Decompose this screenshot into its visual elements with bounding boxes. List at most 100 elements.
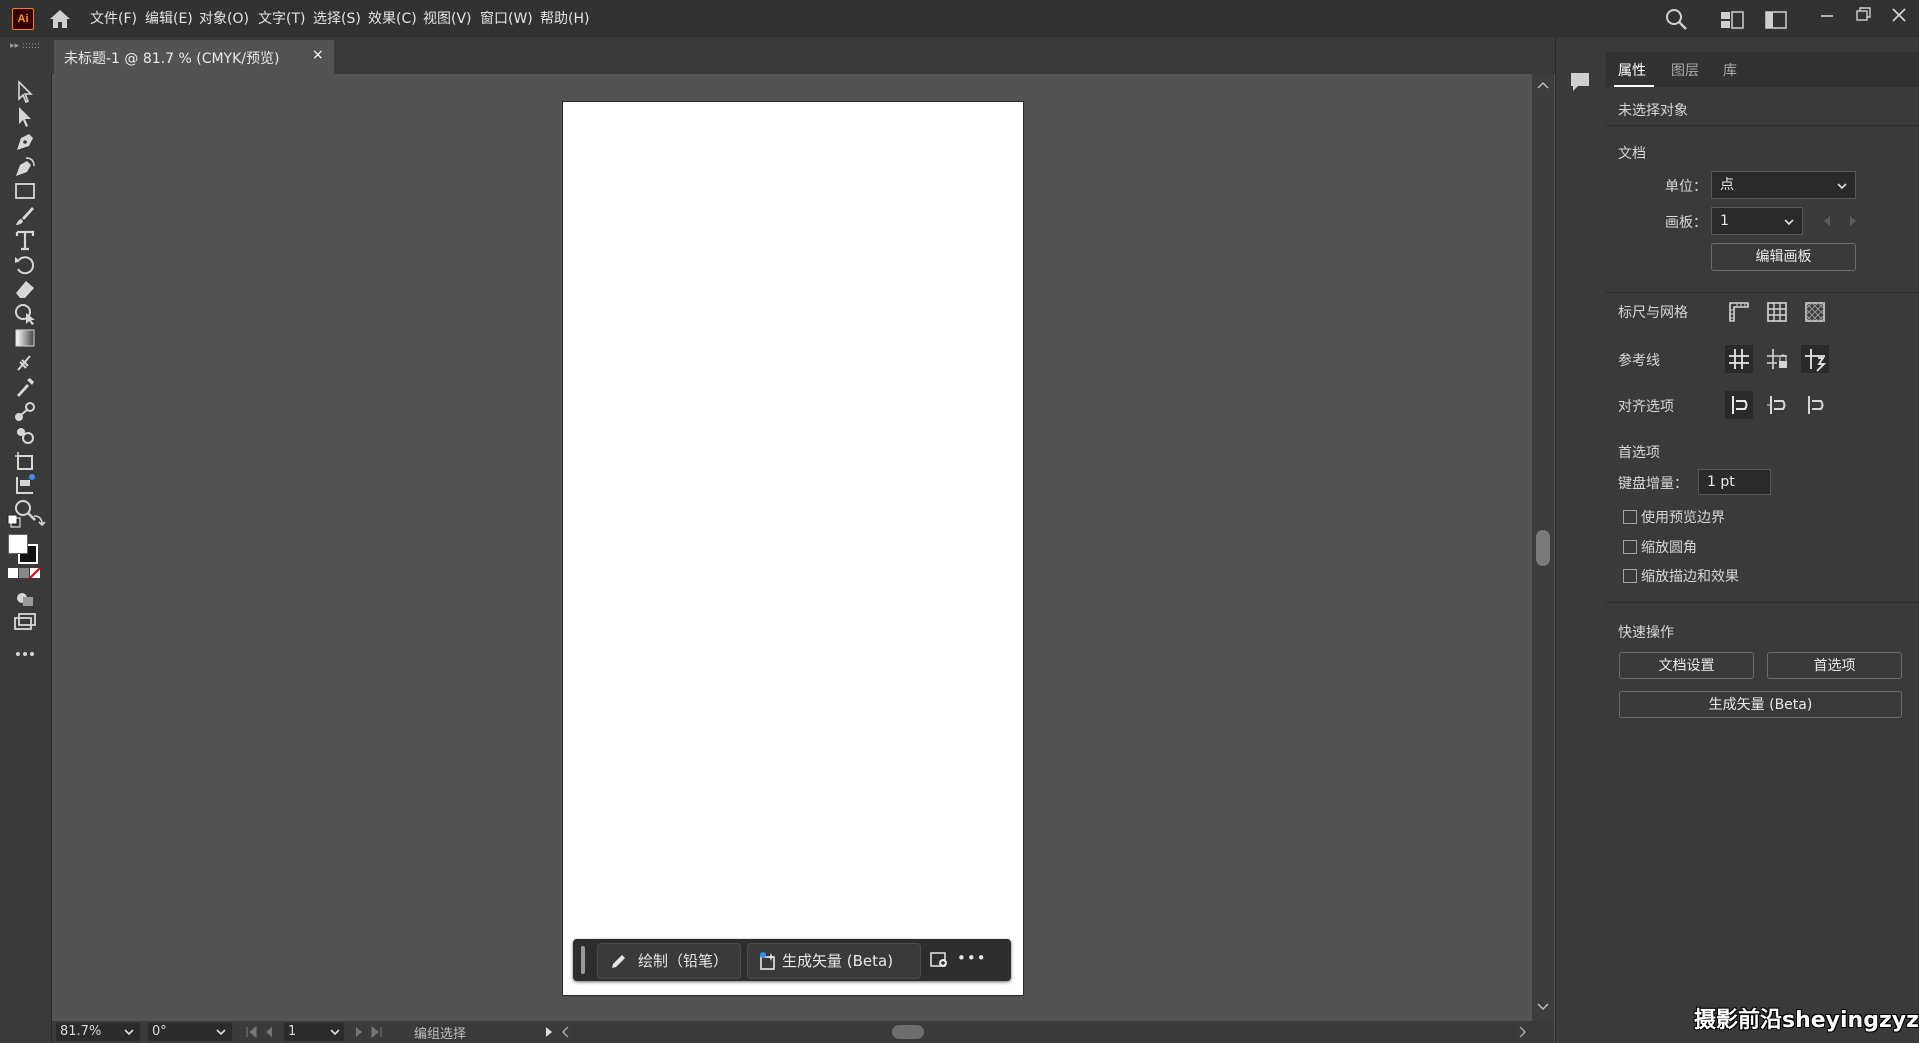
rectangle-tool-icon[interactable] [12,178,38,204]
tab-layers[interactable]: 图层 [1671,60,1699,80]
tools-panel: ▸▸ :::::: [0,37,52,1043]
symbol-sprayer-tool-icon[interactable] [12,423,38,449]
artboard-dropdown-icon[interactable] [328,1025,342,1039]
menu-select[interactable]: 选择(S) [313,8,361,28]
transparency-grid-icon[interactable] [1801,298,1829,326]
taskbar-grip[interactable] [581,946,585,974]
direct-selection-tool-icon[interactable] [12,104,38,130]
more-options-icon[interactable]: ••• [957,949,987,967]
artboard-prev-next-icon[interactable] [1820,214,1860,228]
rotate-tool-icon[interactable] [12,252,38,278]
screen-mode-icon[interactable] [12,609,38,635]
artboard[interactable] [562,101,1024,996]
menu-file[interactable]: 文件(F) [90,8,137,28]
ruler-icon[interactable] [1725,298,1753,326]
type-tool-icon[interactable] [12,227,38,253]
minimize-icon[interactable] [1816,4,1838,26]
rotation-value: 0° [152,1024,167,1039]
zoom-dropdown-icon[interactable] [122,1025,136,1039]
menu-window[interactable]: 窗口(W) [480,8,533,28]
draw-pencil-button[interactable]: 绘制（铅笔） [597,943,741,979]
horizontal-scroll-thumb[interactable] [892,1025,924,1039]
tab-libraries[interactable]: 库 [1723,60,1737,80]
lock-guides-icon[interactable] [1763,345,1791,373]
pen-tool-icon[interactable] [12,129,38,155]
tab-properties[interactable]: 属性 [1618,60,1646,80]
draw-mode-icon[interactable] [12,585,38,611]
document-section-title: 文档 [1618,146,1646,162]
menu-type[interactable]: 文字(T) [258,8,305,28]
home-icon[interactable] [48,8,72,30]
snap-to-grid-icon[interactable] [1763,391,1791,419]
scale-corners-checkbox[interactable] [1623,540,1637,554]
scale-corners-label: 缩放圆角 [1641,540,1697,556]
snap-to-pixel-icon[interactable] [1801,391,1829,419]
search-icon[interactable] [1664,7,1688,31]
scale-strokes-effects-checkbox[interactable] [1623,569,1637,583]
document-tab[interactable]: 未标题-1 @ 81.7 % (CMYK/预览) × [54,40,334,74]
swap-fill-stroke-icon[interactable] [6,513,46,529]
eraser-tool-icon[interactable] [12,276,38,302]
scroll-down-icon[interactable] [1536,1002,1550,1012]
smart-guides-icon[interactable] [1801,345,1829,373]
grid-icon[interactable] [1763,298,1791,326]
active-tab-indicator [1614,85,1654,87]
use-preview-bounds-label: 使用预览边界 [1641,510,1725,526]
preferences-button[interactable]: 首选项 [1767,652,1902,679]
blend-tool-icon[interactable] [12,399,38,425]
document-setup-button[interactable]: 文档设置 [1619,652,1754,679]
image-add-icon[interactable] [929,950,949,970]
next-last-artboard-icon[interactable] [350,1025,384,1039]
comment-icon[interactable] [1568,70,1592,94]
divider [1606,292,1919,293]
scale-strokes-effects-label: 缩放描边和效果 [1641,569,1739,585]
first-prev-artboard-icon[interactable] [244,1025,278,1039]
menu-object[interactable]: 对象(O) [199,8,249,28]
tab-close-icon[interactable]: × [312,47,324,63]
restore-icon[interactable] [1852,4,1874,26]
chevron-down-icon [1837,183,1847,190]
close-icon[interactable] [1888,4,1910,26]
fill-stroke-swatch[interactable] [8,534,38,564]
units-label: 单位： [1665,179,1707,195]
slice-tool-icon[interactable] [12,472,38,498]
scroll-left-icon[interactable] [560,1025,572,1039]
generate-vector-icon [760,952,775,970]
scroll-right-icon[interactable] [1516,1025,1528,1039]
generate-vector-panel-button[interactable]: 生成矢量 (Beta) [1619,691,1902,718]
edit-artboard-button[interactable]: 编辑画板 [1711,243,1856,271]
panel-grip-icon[interactable]: ▸▸ :::::: [8,40,44,50]
rotation-dropdown-icon[interactable] [214,1025,228,1039]
menu-help[interactable]: 帮助(H) [540,8,589,28]
use-preview-bounds-checkbox[interactable] [1623,510,1637,524]
artboard-select[interactable]: 1 [1711,207,1803,235]
chevron-down-icon [1784,219,1794,226]
preferences-section-title: 首选项 [1618,445,1660,461]
selection-tool-icon[interactable] [12,79,38,105]
status-menu-arrow-icon[interactable] [543,1025,555,1039]
paintbrush-tool-icon[interactable] [12,203,38,229]
keyboard-increment-input[interactable]: 1 pt [1698,469,1771,495]
artboard-select-value: 1 [1720,213,1729,229]
color-mode-icons[interactable] [7,567,41,579]
shape-builder-tool-icon[interactable] [12,301,38,327]
menu-edit[interactable]: 编辑(E) [145,8,193,28]
workspace-icon[interactable] [1764,10,1788,30]
document-tab-title: 未标题-1 @ 81.7 % (CMYK/预览) [64,51,280,67]
snap-to-point-icon[interactable] [1725,391,1753,419]
vertical-scroll-thumb[interactable] [1536,530,1550,566]
eyedropper-tool-icon[interactable] [12,374,38,400]
mesh-tool-icon[interactable] [12,350,38,376]
menu-effect[interactable]: 效果(C) [368,8,417,28]
curvature-tool-icon[interactable] [12,154,38,180]
show-guides-icon[interactable] [1725,345,1753,373]
scroll-up-icon[interactable] [1536,80,1550,90]
units-select[interactable]: 点 [1711,171,1856,199]
artboard-tool-icon[interactable] [12,448,38,474]
gradient-tool-icon[interactable] [12,325,38,351]
comments-panel-strip [1555,37,1607,1043]
arrange-icon[interactable] [1720,10,1744,30]
menu-view[interactable]: 视图(V) [423,8,472,28]
generate-vector-button[interactable]: 生成矢量 (Beta) [747,943,921,979]
more-tools-icon[interactable] [12,641,38,667]
